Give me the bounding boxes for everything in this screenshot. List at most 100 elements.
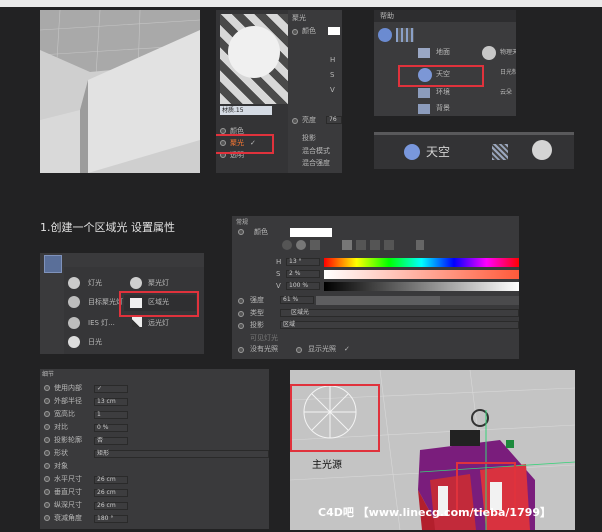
color-swatch[interactable] bbox=[328, 27, 340, 35]
ies-icon bbox=[68, 317, 80, 329]
env-icon bbox=[418, 88, 430, 98]
toolbar-strip bbox=[374, 132, 574, 135]
detail-row[interactable]: 对比 0 % bbox=[40, 422, 269, 434]
detail-row[interactable]: 形状 矩形 bbox=[40, 448, 269, 460]
highlight-box bbox=[119, 291, 199, 317]
value-field[interactable]: 100 % bbox=[286, 282, 320, 290]
row-radio[interactable] bbox=[44, 398, 50, 404]
light-props-title: 聚光 bbox=[292, 14, 306, 22]
row-radio[interactable] bbox=[44, 385, 50, 391]
target-spot-icon bbox=[68, 296, 80, 308]
row-radio[interactable] bbox=[44, 502, 50, 508]
row-radio[interactable] bbox=[44, 424, 50, 430]
highlight-box bbox=[216, 134, 274, 154]
row-value[interactable]: ✓ bbox=[94, 385, 128, 393]
watermark: C4D吧 【www.linecg.com/tieba/1799】 bbox=[318, 506, 552, 519]
floor-item[interactable]: 地面 bbox=[418, 46, 478, 60]
row-value[interactable]: 0 % bbox=[94, 424, 128, 432]
detail-row[interactable]: 垂直尺寸 26 cm bbox=[40, 487, 269, 499]
row-label: 宽高比 bbox=[54, 410, 75, 418]
row-label: 投影轮廓 bbox=[54, 436, 82, 444]
row-radio[interactable] bbox=[44, 450, 50, 456]
eyedropper-icon[interactable] bbox=[416, 240, 424, 250]
light-highlight-box bbox=[290, 384, 380, 452]
env-item[interactable]: 环境 bbox=[418, 86, 478, 100]
brightness-fill bbox=[316, 296, 440, 305]
step-heading: 1.创建一个区域光 设置属性 bbox=[40, 221, 175, 234]
saturation-slider[interactable] bbox=[324, 270, 519, 279]
row-label: 水平尺寸 bbox=[54, 475, 82, 483]
row-radio[interactable] bbox=[44, 515, 50, 521]
spot-light-icon bbox=[130, 277, 142, 289]
color-mode-icons[interactable] bbox=[282, 240, 412, 250]
row-label: 形状 bbox=[54, 449, 68, 457]
row-label: 外部半径 bbox=[54, 397, 82, 405]
row-radio[interactable] bbox=[44, 489, 50, 495]
light-icon bbox=[68, 277, 80, 289]
hue-slider[interactable] bbox=[324, 258, 519, 267]
detail-row[interactable]: 宽高比 1 bbox=[40, 409, 269, 421]
shadow-field[interactable]: 区域 bbox=[280, 321, 519, 329]
detail-panel: 细节 使用内部 ✓ 外部半径 13 cm 宽高比 1 对比 0 % 投影轮廓否形状 矩形 对象 水平尺… bbox=[40, 369, 269, 529]
viewport-scene bbox=[40, 10, 200, 173]
sphere-icon[interactable] bbox=[378, 28, 392, 42]
row-label: 对象 bbox=[54, 462, 68, 470]
sun-icon bbox=[68, 336, 80, 348]
row-radio[interactable] bbox=[44, 463, 50, 469]
color-props-panel: 常规 颜色 H 13 ° S 2 % V 100 % 强度 61 % 类型 区域… bbox=[232, 216, 519, 359]
main-light-label: 主光源 bbox=[312, 460, 342, 471]
detail-row[interactable]: 外部半径 13 cm bbox=[40, 396, 269, 408]
sky-icon bbox=[404, 144, 420, 160]
grid-icon[interactable] bbox=[396, 28, 414, 42]
show-light-check[interactable]: ✓ bbox=[344, 345, 350, 354]
physical-sky-icon[interactable] bbox=[482, 46, 496, 60]
value-slider[interactable] bbox=[324, 282, 519, 291]
brightness-field[interactable]: 76 bbox=[326, 116, 342, 124]
row-label: 衰减角度 bbox=[54, 514, 82, 522]
row-value[interactable]: 13 cm bbox=[94, 398, 128, 406]
light-bulb-icon[interactable] bbox=[44, 255, 62, 273]
row-label: 纵深尺寸 bbox=[54, 501, 82, 509]
viewport-panel[interactable] bbox=[40, 10, 200, 173]
hue-field[interactable]: 13 ° bbox=[286, 258, 320, 266]
grid-icon bbox=[492, 144, 508, 160]
highlight-box bbox=[398, 65, 484, 87]
saturation-field[interactable]: 2 % bbox=[286, 270, 320, 278]
row-value[interactable]: 180 ° bbox=[94, 515, 128, 523]
row-value[interactable]: 1 bbox=[94, 411, 128, 419]
row-label: 对比 bbox=[54, 423, 68, 431]
brightness-field[interactable]: 61 % bbox=[280, 296, 314, 304]
detail-row[interactable]: 对象 bbox=[40, 461, 269, 473]
row-radio[interactable] bbox=[44, 437, 50, 443]
light-ball-icon bbox=[532, 140, 552, 160]
row-label: 使用内部 bbox=[54, 384, 82, 392]
detail-row[interactable]: 投影轮廓 否 bbox=[40, 435, 269, 447]
row-radio[interactable] bbox=[44, 411, 50, 417]
detail-row[interactable]: 使用内部 ✓ bbox=[40, 383, 269, 395]
browser-top-bar bbox=[0, 0, 602, 7]
row-value[interactable]: 矩形 bbox=[94, 450, 269, 458]
light-props-panel: 聚光 颜色 H S V 亮度 76 投影 混合模式 混合强度 bbox=[288, 10, 342, 173]
environment-menu-panel: 帮助 地面 天空 环境 背景 物理天空 日光制工 云朵 bbox=[374, 10, 516, 116]
light-highlight-box-2 bbox=[456, 462, 516, 512]
floor-icon bbox=[418, 48, 430, 58]
light-menu-panel: 灯光 目标聚光灯 IES 灯... 日光 聚光灯 区域光 远光灯 bbox=[40, 253, 204, 354]
material-preview[interactable] bbox=[220, 14, 288, 104]
row-value[interactable]: 26 cm bbox=[94, 502, 128, 510]
brightness-slider[interactable] bbox=[316, 296, 519, 305]
sky-zoom-panel: 天空 bbox=[374, 132, 574, 169]
sky-label[interactable]: 天空 bbox=[426, 144, 450, 160]
row-label: 垂直尺寸 bbox=[54, 488, 82, 496]
row-radio[interactable] bbox=[44, 476, 50, 482]
detail-row[interactable]: 纵深尺寸 26 cm bbox=[40, 500, 269, 512]
type-field[interactable]: 区域光 bbox=[280, 309, 519, 317]
detail-row[interactable]: 衰减角度 180 ° bbox=[40, 513, 269, 525]
help-menu[interactable]: 帮助 bbox=[380, 12, 394, 21]
material-name[interactable]: 材质.15 bbox=[220, 106, 272, 115]
row-value[interactable]: 26 cm bbox=[94, 476, 128, 484]
row-value[interactable]: 否 bbox=[94, 437, 128, 445]
color-preview[interactable] bbox=[290, 228, 332, 237]
detail-row[interactable]: 水平尺寸 26 cm bbox=[40, 474, 269, 486]
bg-item[interactable]: 背景 bbox=[418, 104, 478, 116]
row-value[interactable]: 26 cm bbox=[94, 489, 128, 497]
